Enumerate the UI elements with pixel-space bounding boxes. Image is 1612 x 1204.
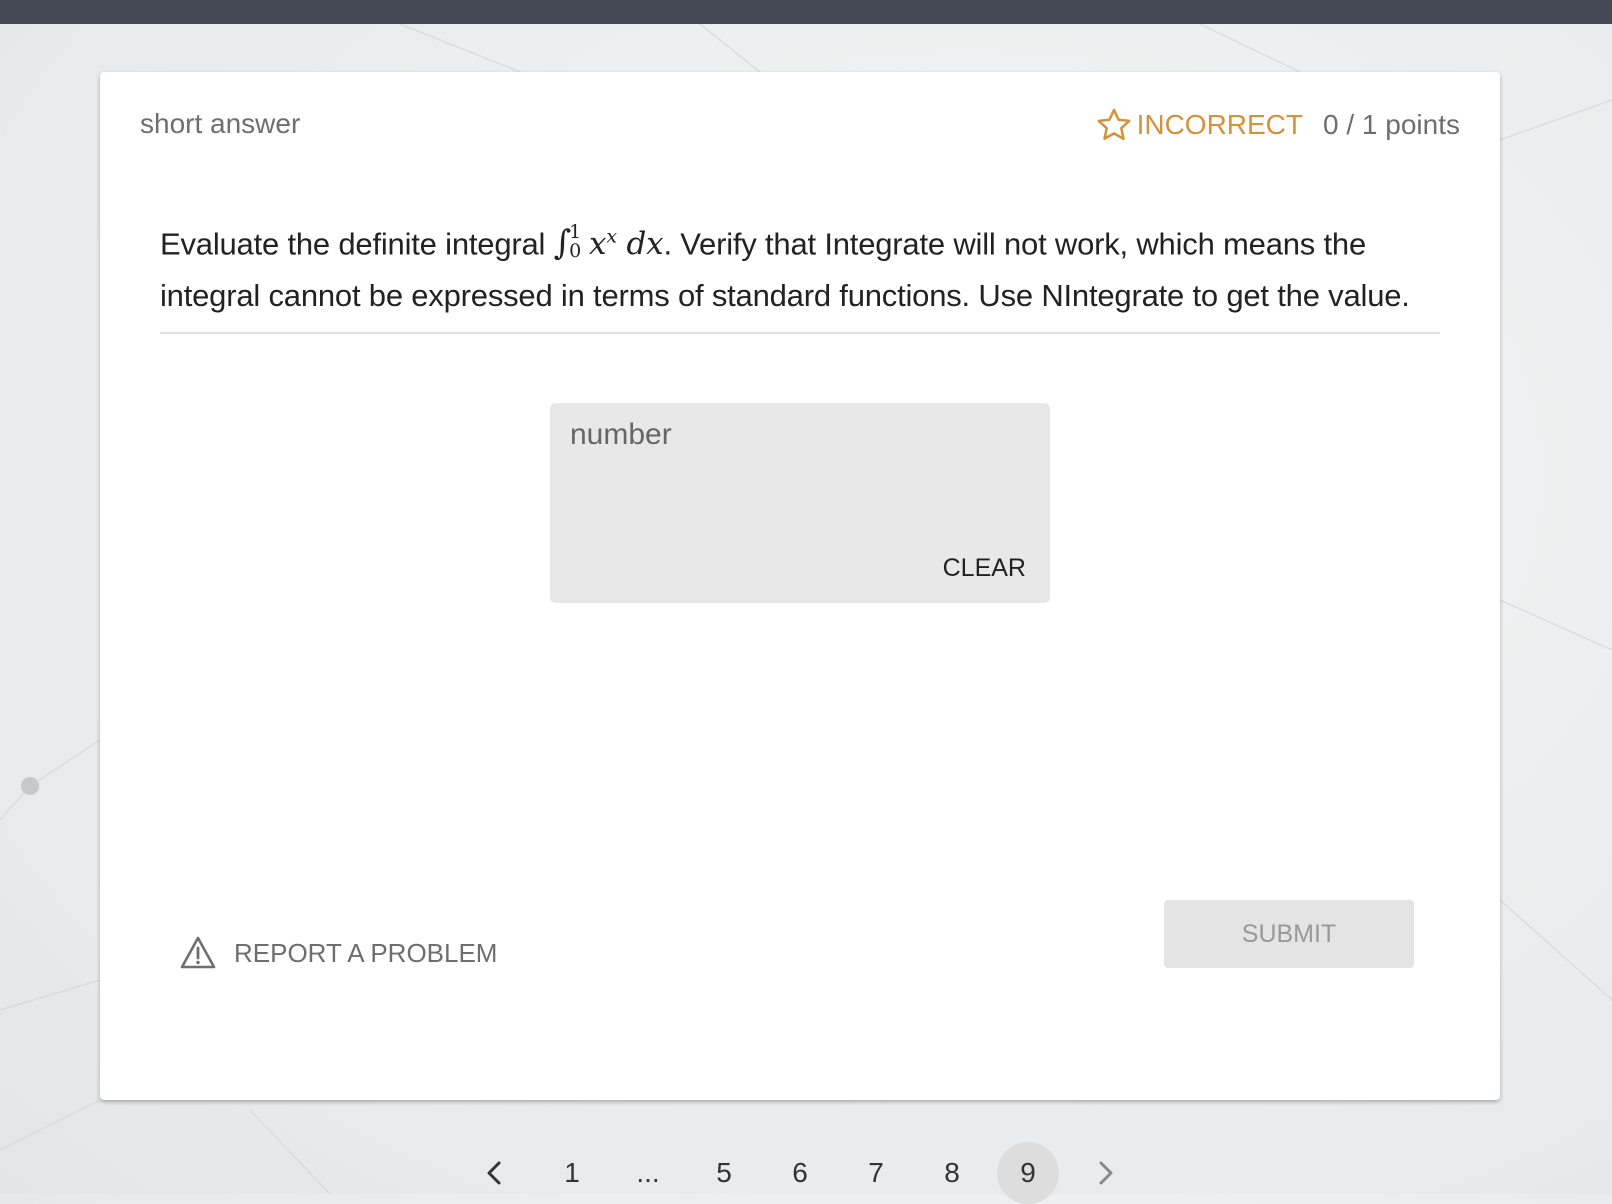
integral-upper-limit: 1 [569,220,582,243]
chevron-right-icon[interactable] [1090,1158,1120,1188]
page-6[interactable]: 6 [769,1142,831,1204]
prompt-text-before: Evaluate the definite integral [160,226,546,262]
report-problem-label: REPORT A PROBLEM [234,937,498,968]
incorrect-badge: INCORRECT [1136,109,1304,140]
chevron-left-icon[interactable] [480,1158,510,1188]
points-label: 0 / 1 points [1323,109,1460,140]
answer-input[interactable] [570,415,1030,455]
answer-box: CLEAR [550,403,1050,603]
report-problem-link[interactable]: REPORT A PROBLEM [180,936,497,970]
page-7[interactable]: 7 [845,1142,907,1204]
integral-differential: dx [626,226,664,263]
page-ellipsis: ... [636,1157,660,1188]
top-bar [0,0,1612,24]
integral-lower-limit: 0 [569,239,582,262]
page-5[interactable]: 5 [693,1142,755,1204]
question-card: short answer INCORRECT 0 / 1 points Eval… [100,72,1500,1100]
star-icon[interactable] [1095,106,1133,144]
question-prompt: Evaluate the definite integral ∫ 1 0 xx dx.… [160,212,1450,321]
integrand-exponent: x [606,226,617,248]
grading-status: INCORRECT 0 / 1 points [1095,106,1460,144]
submit-button[interactable]: SUBMIT [1164,900,1414,968]
integral-expression: ∫ 1 0 xx dx [554,220,664,263]
pagination: 1 ... 5 6 7 8 9 [0,1142,1612,1204]
integrand-base: x [589,226,607,263]
prompt-divider [160,332,1440,334]
warning-icon [180,936,216,969]
question-type-label: short answer [140,108,301,139]
page-1[interactable]: 1 [541,1142,603,1204]
clear-button[interactable]: CLEAR [943,554,1026,583]
page-9-current[interactable]: 9 [997,1142,1059,1204]
integral-limits: 10 [569,220,582,262]
page-8[interactable]: 8 [921,1142,983,1204]
